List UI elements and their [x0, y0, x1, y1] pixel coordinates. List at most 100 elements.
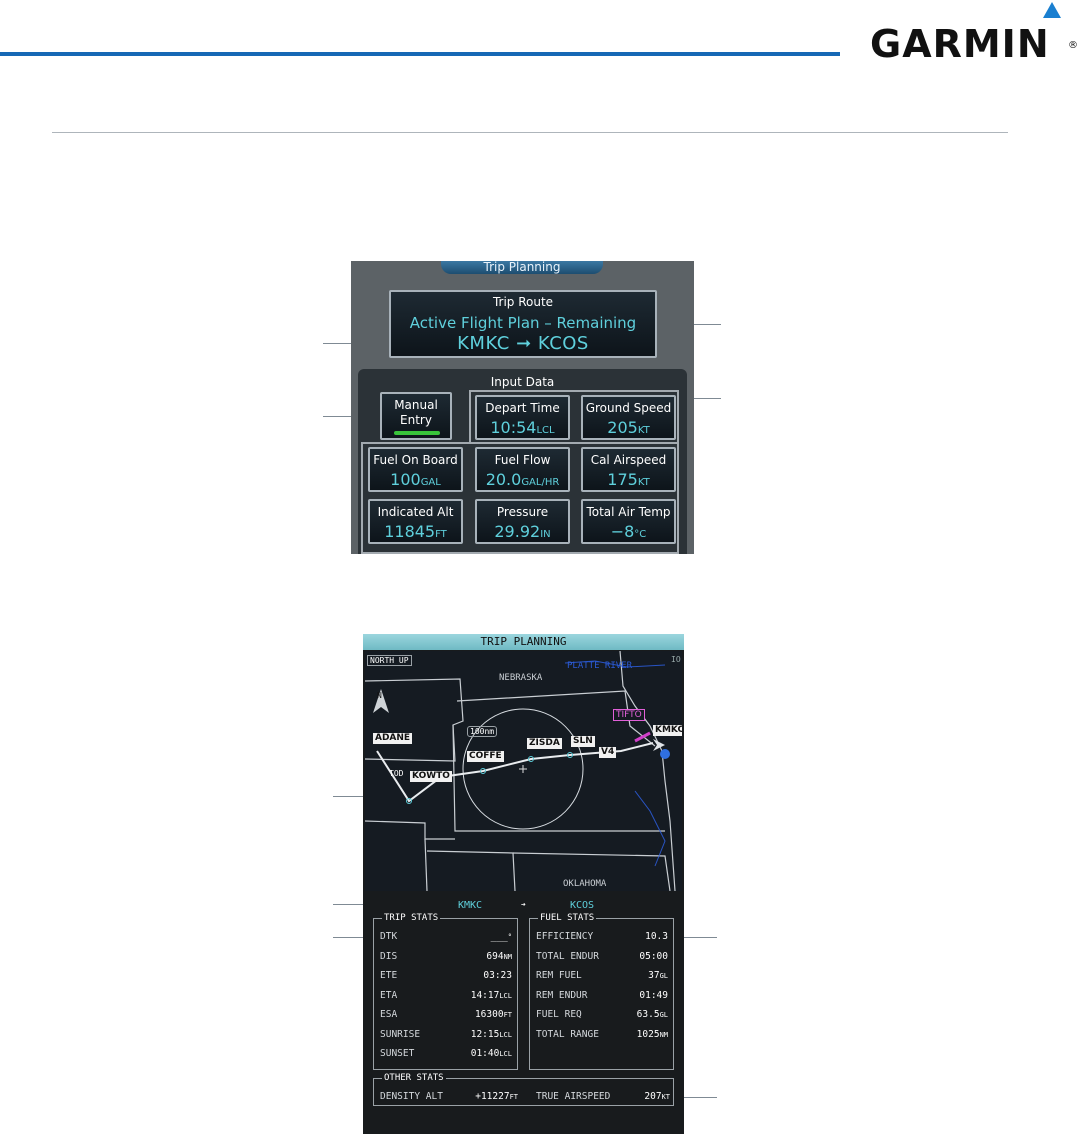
waypoint-label-adane[interactable]: ADANE: [373, 733, 413, 744]
fuel-on-board-unit: GAL: [420, 477, 441, 488]
true-airspeed-value: 207KT: [624, 1091, 670, 1102]
trip-stat-value: 01:40LCL: [444, 1048, 512, 1059]
trip-stat-unit: NM: [503, 952, 512, 961]
manual-entry-button[interactable]: Manual Entry: [380, 392, 452, 440]
trip-route-mode: Active Flight Plan – Remaining: [409, 314, 637, 332]
waypoint-label-zisda[interactable]: ZISDA: [527, 738, 562, 749]
trip-stat-value: 12:15LCL: [444, 1029, 512, 1040]
fuel-stat-label: TOTAL ENDUR: [536, 950, 599, 962]
trip-stat-label: ETE: [380, 970, 398, 981]
trip-planning-tab: Trip Planning: [441, 261, 603, 274]
trip-stat-label: ESA: [380, 1009, 398, 1020]
indicated-alt-key[interactable]: Indicated Alt 11845FT: [368, 499, 463, 544]
north-up-label[interactable]: NORTH UP: [367, 655, 412, 666]
fuel-stat-number: 1025: [636, 1028, 660, 1040]
trip-stat-value: 14:17LCL: [444, 990, 512, 1001]
pressure-label: Pressure: [496, 505, 549, 519]
fuel-stat-label: REM FUEL: [536, 970, 582, 981]
fuel-stat-unit: NM: [659, 1030, 668, 1039]
trip-route-title: Trip Route: [492, 295, 554, 309]
fuel-stat-value: 01:49: [600, 990, 668, 1001]
border-ok-panhandle: [426, 850, 516, 891]
fuel-stat-label: REM ENDUR: [536, 989, 588, 1001]
fuel-stat-unit: GL: [659, 1011, 668, 1019]
trip-stat-number: 01:40: [470, 1048, 500, 1059]
true-airspeed-label: TRUE AIRSPEED: [536, 1091, 611, 1102]
trip-stat-number: 16300: [474, 1009, 504, 1020]
trip-stat-number: ___: [490, 931, 508, 942]
fuel-flow-value: 20.0: [485, 470, 522, 489]
waypoint-label-sln[interactable]: SLN: [571, 736, 595, 747]
fuel-stat-number: 37: [648, 970, 660, 981]
waypoint-label-kowto[interactable]: KOWTO: [410, 771, 452, 782]
total-air-temp-label: Total Air Temp: [586, 505, 671, 519]
airway-label-v4[interactable]: V4: [599, 747, 617, 758]
route-banner: KMKC ➔ KCOS: [363, 898, 684, 914]
fuel-stat-value: 63.5GL: [600, 1009, 668, 1020]
fuel-stat-number: 05:00: [639, 950, 668, 962]
ground-speed-value: 205: [607, 418, 638, 437]
depart-time-key[interactable]: Depart Time 10:54LCL: [475, 395, 570, 440]
pressure-value: 29.92: [494, 522, 541, 541]
trip-stats-title: TRIP STATS: [382, 913, 441, 923]
waypoint-label-kmkc[interactable]: KMKC: [653, 725, 682, 736]
input-data-section: Input Data Manual Entry Depart Time 10:5…: [358, 369, 687, 554]
trip-stat-label: ETA: [380, 989, 398, 1001]
fuel-stats-title: FUEL STATS: [538, 913, 597, 923]
trip-stat-number: 694: [486, 950, 504, 962]
waypoint-label-coffe[interactable]: COFFE: [467, 751, 504, 762]
true-airspeed-unit: KT: [661, 1093, 670, 1101]
ground-speed-key[interactable]: Ground Speed 205KT: [581, 395, 676, 440]
input-data-title: Input Data: [490, 375, 555, 389]
fuel-stat-label: TOTAL RANGE: [536, 1028, 599, 1040]
fuel-stat-value: 1025NM: [600, 1029, 668, 1040]
other-stats-title: OTHER STATS: [382, 1073, 446, 1083]
trip-stat-value: 03:23: [444, 970, 512, 981]
total-air-temp-value: −8: [610, 522, 635, 541]
trip-stat-label: DIS: [380, 950, 398, 962]
trip-stat-number: 03:23: [483, 970, 512, 981]
destination-airport-icon: [660, 749, 670, 759]
manual-entry-line2: Entry: [400, 413, 432, 427]
trip-stat-value: 16300FT: [444, 1009, 512, 1020]
fuel-stat-value: 37GL: [600, 970, 668, 981]
trip-stat-label: DTK: [380, 931, 398, 942]
depart-time-label: Depart Time: [485, 401, 560, 415]
fuel-on-board-label: Fuel On Board: [373, 453, 458, 467]
fuel-flow-label: Fuel Flow: [494, 453, 551, 467]
waypoint-label-tifto[interactable]: TIFTO: [613, 709, 645, 721]
navigation-map[interactable]: NORTH UP N IO PLATTE RIVER NEBRASKA OKLA…: [365, 651, 682, 891]
pressure-unit: IN: [540, 529, 551, 540]
fuel-flow-key[interactable]: Fuel Flow 20.0GAL/HR: [475, 447, 570, 492]
fuel-stat-unit: GL: [659, 972, 668, 980]
fuel-flow-unit: GAL/HR: [521, 477, 560, 488]
trip-stat-unit: LCL: [499, 1030, 512, 1039]
range-label: 100nm: [467, 726, 498, 737]
cal-airspeed-key[interactable]: Cal Airspeed 175KT: [581, 447, 676, 492]
trip-planning-panel: Trip Planning Trip Route Active Flight P…: [351, 261, 694, 554]
trip-stats-section: TRIP STATS DTK ___° DIS 694NM ETE 03:23 ETA 14:…: [373, 913, 518, 1070]
fuel-on-board-key[interactable]: Fuel On Board 100GAL: [368, 447, 463, 492]
mfd-page-title: TRIP PLANNING: [363, 634, 684, 650]
fuel-on-board-value: 100: [390, 470, 421, 489]
trip-route-button[interactable]: Trip Route Active Flight Plan – Remainin…: [389, 290, 657, 358]
cal-airspeed-value: 175: [607, 470, 638, 489]
river-south: [634, 790, 666, 867]
route-from: KMKC: [458, 900, 483, 911]
fuel-stat-label: FUEL REQ: [536, 1009, 582, 1020]
trip-stat-value: ___°: [444, 931, 512, 942]
depart-time-unit: LCL: [536, 425, 555, 436]
pressure-key[interactable]: Pressure 29.92IN: [475, 499, 570, 544]
total-air-temp-key[interactable]: Total Air Temp −8°C: [581, 499, 676, 544]
route-to: KCOS: [570, 900, 595, 911]
ground-speed-unit: KT: [637, 425, 650, 436]
logo-triangle-icon: [1043, 2, 1061, 18]
border-colorado: [365, 820, 455, 840]
cal-airspeed-unit: KT: [637, 477, 650, 488]
depart-time-value: 10:54: [490, 418, 537, 437]
trip-stat-number: 12:15: [470, 1028, 500, 1040]
other-stats-section: OTHER STATS DENSITY ALT +11227FT TRUE AI…: [373, 1073, 674, 1106]
density-alt-number: +11227: [475, 1091, 510, 1102]
map-corner-label: IO: [671, 655, 681, 664]
header-rule: [0, 52, 840, 56]
